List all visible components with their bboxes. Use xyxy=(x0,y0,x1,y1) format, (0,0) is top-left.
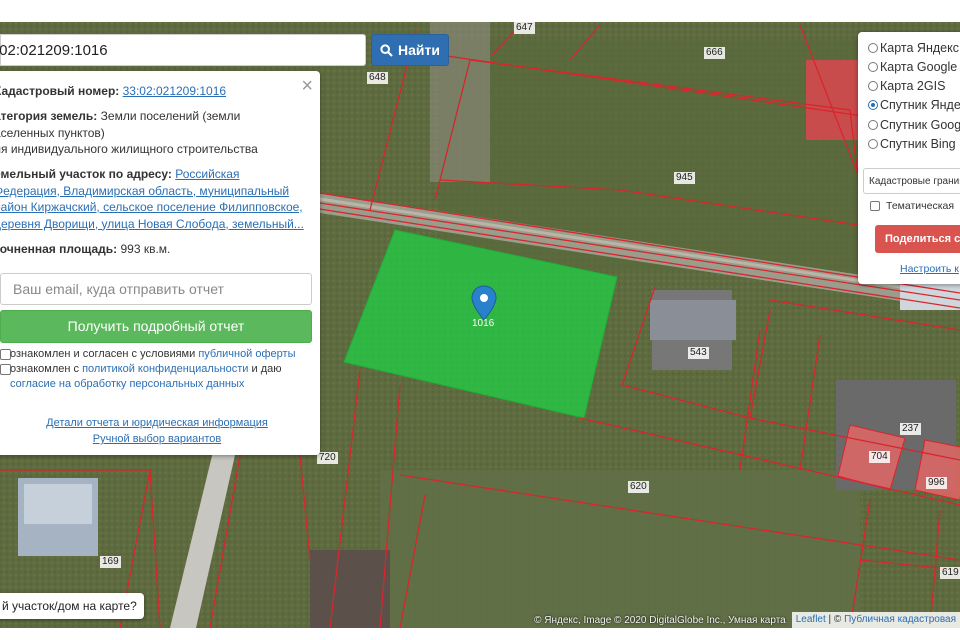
layer-label: Спутник Яндекс xyxy=(880,97,960,112)
details-row: Детали отчета и юридическая информация xyxy=(0,415,320,432)
parcel-label: 647 xyxy=(514,22,535,34)
yandex-attribution: © Яндекс, Image © 2020 DigitalGlobe Inc.… xyxy=(534,614,786,626)
setup-link[interactable]: Настроить к xyxy=(900,263,959,275)
radio-icon[interactable] xyxy=(868,138,878,149)
search-icon xyxy=(380,43,393,57)
cadnum-label: Кадастровый номер: xyxy=(0,84,120,98)
address-link-4[interactable]: деревня Дворищи, улица Новая Слобода, зе… xyxy=(0,217,304,231)
thematic-label: Тематическая xyxy=(886,200,955,212)
get-report-button[interactable]: Получить подробный отчет xyxy=(0,310,312,343)
agree2-text2: и даю xyxy=(248,363,282,375)
address-label: емельный участок по адресу: xyxy=(0,167,172,181)
privacy-agree-text: ознакомлен с политикой конфиденциальност… xyxy=(10,362,310,392)
layers-control: Карта Яндекс Карта Google Карта 2GIS Спу… xyxy=(858,32,960,284)
overlay-select[interactable]: Кадастровые границы xyxy=(863,168,960,194)
category-line3: ля индивидуального жилищного строительст… xyxy=(0,142,258,156)
radio-icon[interactable] xyxy=(868,61,878,72)
area-row: точненная площадь: 993 кв.м. xyxy=(0,241,306,258)
radio-selected-icon[interactable] xyxy=(868,99,878,110)
parcel-label: 620 xyxy=(628,481,649,493)
radio-icon[interactable] xyxy=(868,119,878,130)
layer-option[interactable]: Карта Google xyxy=(868,57,957,76)
manual-row: Ручной выбор вариантов xyxy=(0,431,320,448)
layer-label: Карта 2GIS xyxy=(880,78,946,93)
search-input[interactable] xyxy=(0,35,359,65)
map-attribution: © Яндекс, Image © 2020 DigitalGlobe Inc.… xyxy=(534,612,960,628)
layer-option[interactable]: Спутник Яндекс xyxy=(868,95,960,114)
parcel-info-panel: × Кадастровый номер: 33:02:021209:1016 а… xyxy=(0,71,320,455)
manual-select-link[interactable]: Ручной выбор вариантов xyxy=(93,433,221,445)
category-row: атегория земель: Земли поселений (земли … xyxy=(0,108,306,158)
parcel-label: 704 xyxy=(869,451,890,463)
area-value: 993 кв.м. xyxy=(120,242,171,256)
privacy-link[interactable]: политикой конфиденциальности xyxy=(82,363,248,375)
search-box[interactable] xyxy=(0,34,366,66)
address-link-1[interactable]: Российская xyxy=(175,167,239,181)
parcel-label: 996 xyxy=(926,477,947,489)
layer-label: Спутник Bing xyxy=(880,136,956,151)
parcel-label: 1016 xyxy=(472,318,495,329)
leaflet-attribution: Leaflet | © Публичная кадастровая xyxy=(791,612,960,628)
thematic-option[interactable]: Тематическая xyxy=(870,200,954,212)
cadnum-row: Кадастровый номер: 33:02:021209:1016 xyxy=(0,83,306,100)
layer-option[interactable]: Спутник Google xyxy=(868,115,960,134)
category-label: атегория земель: xyxy=(0,109,98,123)
category-line1: Земли поселений (земли xyxy=(100,109,241,123)
address-link-2[interactable]: Федерация, Владимирская область, муницип… xyxy=(0,184,289,198)
address-row: емельный участок по адресу: Российская Ф… xyxy=(0,166,306,232)
top-strip xyxy=(0,0,960,22)
parcel-label: 543 xyxy=(688,347,709,359)
share-button[interactable]: Поделиться с xyxy=(875,225,960,253)
parcel-label: 237 xyxy=(900,423,921,435)
parcel-label: 945 xyxy=(674,172,695,184)
layer-label: Карта Яндекс xyxy=(880,40,959,55)
layer-option[interactable]: Карта Яндекс xyxy=(868,38,959,57)
thematic-checkbox[interactable] xyxy=(870,201,880,211)
search-button[interactable]: Найти xyxy=(371,34,449,66)
find-on-map-prompt[interactable]: й участок/дом на карте? xyxy=(0,593,144,619)
agree2-text: ознакомлен с xyxy=(10,363,83,375)
cadnum-link[interactable]: 33:02:021209:1016 xyxy=(123,84,226,98)
parcel-label: 648 xyxy=(367,72,388,84)
consent-link[interactable]: согласие на обработку персональных данны… xyxy=(10,378,244,390)
email-input[interactable] xyxy=(1,274,311,304)
details-link[interactable]: Детали отчета и юридическая информация xyxy=(46,417,268,429)
public-map-link[interactable]: Публичная кадастровая xyxy=(844,614,956,625)
leaflet-link[interactable]: Leaflet xyxy=(796,614,826,625)
layer-label: Карта Google xyxy=(880,59,958,74)
offer-agree-text: ознакомлен и согласен с условиями публич… xyxy=(10,347,310,362)
parcel-label: 619 xyxy=(940,567,960,579)
parcel-label: 666 xyxy=(704,47,725,59)
layer-label: Спутник Google xyxy=(880,117,960,132)
radio-icon[interactable] xyxy=(868,80,878,91)
address-link-3[interactable]: район Киржачский, сельское поселение Фил… xyxy=(0,200,303,214)
search-button-label: Найти xyxy=(398,42,440,58)
layer-option[interactable]: Спутник Bing xyxy=(868,134,956,153)
layer-option[interactable]: Карта 2GIS xyxy=(868,76,945,95)
parcel-label: 720 xyxy=(317,452,338,464)
parcel-label: 169 xyxy=(100,556,121,568)
attrib-sep: | © xyxy=(825,614,845,625)
bottom-strip xyxy=(0,628,960,640)
email-field[interactable] xyxy=(0,273,312,305)
radio-icon[interactable] xyxy=(868,42,878,53)
category-line2: аселенных пунктов) xyxy=(0,125,105,140)
agree1-text: ознакомлен и согласен с условиями xyxy=(10,348,199,360)
offer-link[interactable]: публичной оферты xyxy=(198,348,295,360)
area-label: точненная площадь: xyxy=(0,242,118,256)
